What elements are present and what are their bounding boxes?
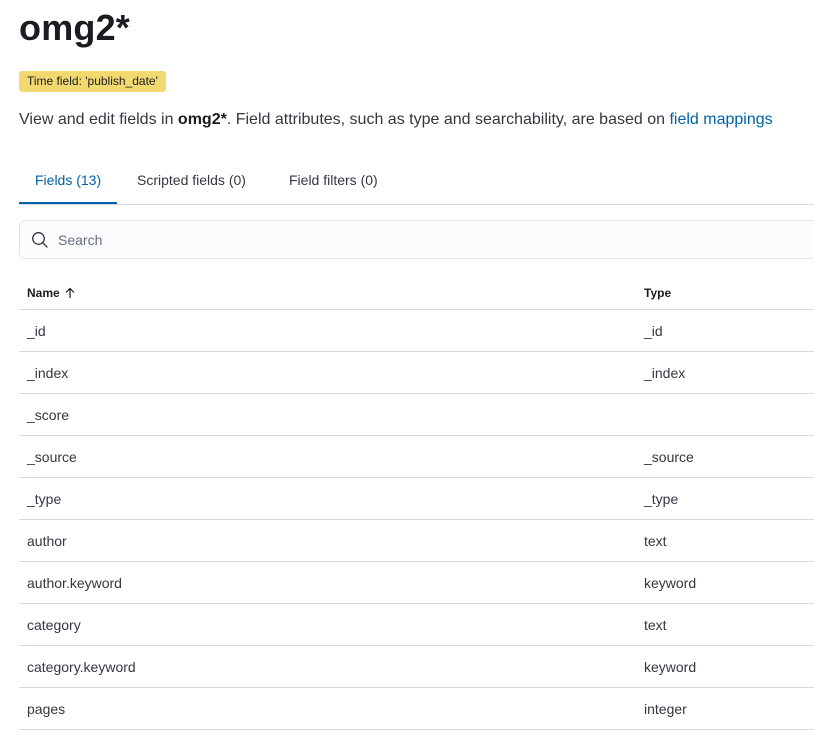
field-type-cell: text [644, 533, 667, 549]
table-row: category text [19, 604, 814, 646]
field-type-cell: _index [644, 365, 686, 381]
search-box [19, 220, 814, 259]
table-row: category.keyword keyword [19, 646, 814, 688]
table-row: author text [19, 520, 814, 562]
field-type-cell: _source [644, 449, 694, 465]
fields-table: Name Type _id _id _index _index _score _sourc… [19, 276, 814, 730]
tab-fields[interactable]: Fields (13) [19, 158, 118, 204]
tab-field-filters[interactable]: Field filters (0) [273, 158, 394, 203]
field-name-cell: _type [27, 491, 62, 507]
field-name-cell: category.keyword [27, 659, 136, 675]
field-type-cell: _id [644, 323, 663, 339]
field-type-cell: keyword [644, 659, 697, 675]
description-pattern: omg2* [177, 111, 227, 128]
arrow-up-icon [65, 287, 75, 298]
column-header-name[interactable]: Name [27, 286, 76, 300]
field-type-cell: keyword [644, 575, 697, 591]
table-row: author.keyword keyword [19, 562, 814, 604]
field-type-cell: text [644, 617, 667, 633]
field-name-cell: category [27, 617, 81, 633]
column-header-name-label: Name [27, 286, 60, 300]
search-input[interactable] [58, 221, 798, 258]
tab-scripted-fields[interactable]: Scripted fields (0) [121, 158, 262, 203]
description-prefix: View and edit fields in [19, 111, 178, 128]
table-body: _id _id _index _index _score _source _source _t… [19, 310, 814, 730]
time-field-badge: Time field: 'publish_date' [19, 71, 166, 92]
description-suffix: . Field attributes, such as type and sea… [226, 111, 670, 128]
table-header: Name Type [19, 276, 814, 310]
field-name-cell: author [27, 533, 67, 549]
index-pattern-page: omg2* Time field: 'publish_date' View an… [0, 0, 814, 733]
tab-bar: Fields (13) Scripted fields (0) Field fi… [19, 158, 814, 205]
table-row: _source _source [19, 436, 814, 478]
field-name-cell: author.keyword [27, 575, 122, 591]
field-name-cell: _id [27, 323, 46, 339]
field-type-cell: _type [644, 491, 679, 507]
column-header-type: Type [644, 286, 672, 300]
table-row: pages integer [19, 688, 814, 730]
field-name-cell: _index [27, 365, 69, 381]
page-title: omg2* [19, 7, 131, 48]
page-description: View and edit fields in omg2*. Field att… [19, 109, 773, 131]
field-name-cell: _source [27, 449, 77, 465]
table-row: _score [19, 394, 814, 436]
table-row: _index _index [19, 352, 814, 394]
field-mappings-link[interactable]: field mappings [669, 111, 772, 128]
field-name-cell: pages [27, 701, 66, 717]
table-row: _type _type [19, 478, 814, 520]
search-icon [31, 231, 49, 249]
table-row: _id _id [19, 310, 814, 352]
field-type-cell: integer [644, 701, 687, 717]
field-name-cell: _score [27, 407, 70, 423]
